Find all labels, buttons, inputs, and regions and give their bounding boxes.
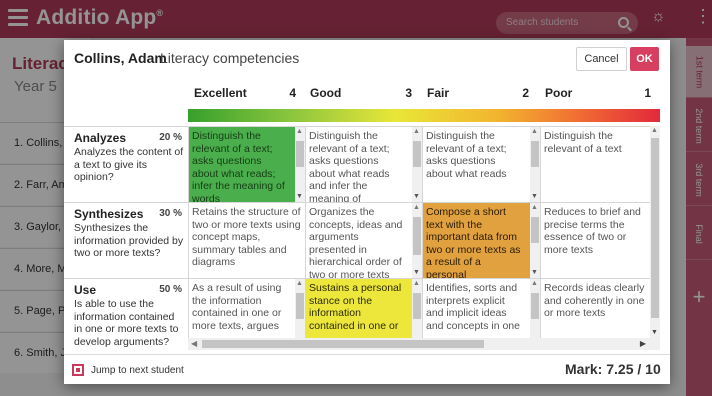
cell-scrollbar[interactable]: ▲ ▼	[412, 127, 422, 202]
level-description: Reduces to brief and precise terms the e…	[544, 206, 641, 256]
level-name: Fair	[427, 86, 450, 100]
level-cell-excellent[interactable]: Retains the structure of two or more tex…	[188, 202, 305, 278]
jump-to-next-student-label[interactable]: Jump to next student	[91, 365, 184, 376]
level-cell-good[interactable]: Sustains a personal stance on the inform…	[305, 278, 422, 338]
level-header-fair: Fair 2	[427, 86, 529, 100]
criterion-analyzes: Analyzes 20 % Analyzes the content of a …	[64, 126, 188, 202]
checkbox-icon[interactable]	[72, 364, 84, 376]
criterion-weight: 20 %	[159, 132, 182, 143]
cell-scrollbar[interactable]: ▲ ▼	[412, 203, 422, 278]
level-description: Distinguish the relevant of a text; asks…	[192, 130, 285, 202]
level-cell-poor[interactable]: Reduces to brief and precise terms the e…	[540, 202, 650, 278]
criterion-description: Is able to use the information contained…	[74, 298, 179, 348]
level-description: Organizes the concepts, ideas and argume…	[309, 206, 403, 278]
level-description: Sustains a personal stance on the inform…	[309, 282, 402, 332]
level-description: Records ideas clearly and coherently in …	[544, 282, 645, 319]
rubric-dialog: Collins, Adam Literacy competencies Canc…	[64, 40, 670, 384]
level-description: Compose a short text with the important …	[426, 206, 521, 278]
cancel-button[interactable]: Cancel	[576, 47, 627, 71]
level-score: 2	[522, 86, 529, 100]
level-description: Distinguish the relevant of a text; asks…	[426, 130, 507, 180]
criterion-description: Analyzes the content of a text to give i…	[74, 146, 184, 183]
level-description: Identifies, sorts and interprets explici…	[426, 282, 520, 332]
cell-scrollbar[interactable]: ▲ ▼	[295, 127, 305, 202]
ok-button[interactable]: OK	[630, 47, 659, 71]
level-cell-poor[interactable]: Records ideas clearly and coherently in …	[540, 278, 650, 338]
criterion-weight: 30 %	[159, 208, 182, 219]
level-name: Excellent	[194, 86, 247, 100]
criterion-name: Use	[74, 283, 97, 297]
criterion-weight: 50 %	[159, 284, 182, 295]
level-cell-fair[interactable]: Distinguish the relevant of a text; asks…	[422, 126, 540, 202]
criterion-use: Use 50 % Is able to use the information …	[64, 278, 188, 350]
level-cell-fair[interactable]: Identifies, sorts and interprets explici…	[422, 278, 540, 338]
level-cell-excellent[interactable]: As a result of using the information con…	[188, 278, 305, 338]
score-gradient-bar	[188, 109, 660, 122]
level-name: Poor	[545, 86, 573, 100]
final-mark: Mark: 7.25 / 10	[565, 361, 661, 377]
criterion-name: Synthesizes	[74, 207, 144, 221]
level-cell-excellent[interactable]: Distinguish the relevant of a text; asks…	[188, 126, 305, 202]
cell-scrollbar[interactable]: ▲ ▼	[530, 127, 540, 202]
criterion-synthesizes: Synthesizes 30 % Synthesizes the informa…	[64, 202, 188, 278]
student-name: Collins, Adam	[74, 50, 167, 66]
cell-scrollbar[interactable]: ▲ ▼	[530, 203, 540, 278]
level-cell-good[interactable]: Organizes the concepts, ideas and argume…	[305, 202, 422, 278]
rubric-horizontal-scrollbar[interactable]: ◀ ▶	[188, 338, 650, 350]
level-cell-poor[interactable]: Distinguish the relevant of a text	[540, 126, 650, 202]
cell-scrollbar[interactable]: ▲	[295, 279, 305, 338]
level-cell-fair[interactable]: Compose a short text with the important …	[422, 202, 540, 278]
level-header-good: Good 3	[310, 86, 412, 100]
footer-divider	[64, 354, 670, 355]
level-description: Distinguish the relevant of a text; asks…	[309, 130, 390, 202]
cell-scrollbar[interactable]: ▲	[412, 279, 422, 338]
level-score: 1	[644, 86, 651, 100]
criterion-description: Synthesizes the information provided by …	[74, 222, 184, 259]
level-name: Good	[310, 86, 342, 100]
level-header-poor: Poor 1	[545, 86, 651, 100]
level-score: 3	[405, 86, 412, 100]
rubric-vertical-scrollbar[interactable]: ▲ ▼	[650, 126, 660, 350]
cell-scrollbar[interactable]: ▲	[530, 279, 540, 338]
level-description: Retains the structure of two or more tex…	[192, 206, 301, 268]
rubric-subject: Literacy competencies	[160, 50, 300, 66]
level-description: As a result of using the information con…	[192, 282, 282, 332]
level-cell-good[interactable]: Distinguish the relevant of a text; asks…	[305, 126, 422, 202]
criterion-name: Analyzes	[74, 131, 127, 145]
level-header-excellent: Excellent 4	[194, 86, 296, 100]
level-score: 4	[289, 86, 296, 100]
level-description: Distinguish the relevant of a text	[544, 130, 622, 155]
